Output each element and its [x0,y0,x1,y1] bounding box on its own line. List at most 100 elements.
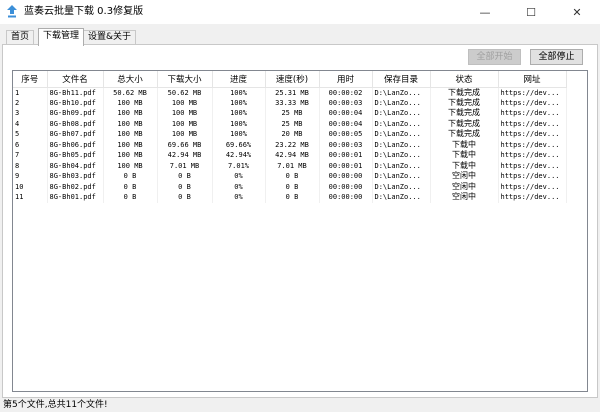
tab-download-manager[interactable]: 下载管理 [38,28,85,46]
cell-url: https://dev... [498,150,567,161]
cell-speed: 7.01 MB [265,160,320,171]
cell-total-size: 0 B [103,192,158,203]
cell-speed: 33.33 MB [265,97,320,108]
cell-row-number: 5 [13,129,48,140]
cell-progress: 100% [212,118,266,129]
close-button[interactable]: ✕ [554,0,600,24]
start-all-button[interactable]: 全部开始 [468,49,521,65]
cell-elapsed-time: 00:00:01 [319,160,373,171]
table-row[interactable]: 9 8G-Bh03.pdf 0 B0 B 0% 0 B 00:00:00 D:\LanZo.… [13,171,567,182]
column-header-url[interactable]: 网址 [498,71,567,88]
cell-status: 下载完成 [430,129,499,140]
app-icon [7,5,17,18]
cell-file-name: 8G-Bh03.pdf [47,171,104,182]
cell-save-dir: D:\LanZo... [372,171,431,182]
cell-status: 下载完成 [430,97,499,108]
cell-elapsed-time: 00:00:00 [319,192,373,203]
download-list[interactable]: 序号 文件名 总大小 下载大小 进度 速度(秒) 用时 保存目录 状态 网址 1 8G-Bh11.p… [12,70,588,392]
cell-total-size: 50.62 MB [103,87,158,98]
cell-elapsed-time: 00:00:02 [319,87,373,98]
cell-save-dir: D:\LanZo... [372,108,431,119]
cell-status: 空闲中 [430,171,499,182]
cell-speed: 25 MB [265,118,320,129]
cell-downloaded-size: 100 MB [157,108,213,119]
cell-downloaded-size: 7.01 MB [157,160,213,171]
cell-total-size: 100 MB [103,108,158,119]
maximize-button[interactable]: ☐ [508,0,554,24]
tab-settings-about[interactable]: 设置&关于 [83,30,137,45]
column-header-row-number[interactable]: 序号 [13,71,48,88]
column-header-file-name[interactable]: 文件名 [47,71,104,88]
cell-elapsed-time: 00:00:00 [319,181,373,192]
cell-url: https://dev... [498,171,567,182]
cell-status: 下载完成 [430,118,499,129]
status-bar: 第5个文件,总共11个文件! [0,398,600,412]
cell-status: 下载中 [430,160,499,171]
cell-row-number: 6 [13,139,48,150]
table-row[interactable]: 4 8G-Bh08.pdf 100 MB 100 MB 100% 25 MB 00:00:0… [13,118,567,129]
cell-file-name: 8G-Bh11.pdf [47,87,104,98]
table-row[interactable]: 3 8G-Bh09.pdf 100 MB 100 MB 100% 25 MB 00:00:0… [13,108,567,119]
stop-all-button[interactable]: 全部停止 [530,49,583,65]
cell-url: https://dev... [498,129,567,140]
cell-downloaded-size: 69.66 MB [157,139,213,150]
cell-url: https://dev... [498,160,567,171]
cell-total-size: 100 MB [103,97,158,108]
table-row[interactable]: 10 8G-Bh02.pdf 0 B0 B 0% 0 B 00:00:00 D:\LanZo… [13,181,567,192]
cell-file-name: 8G-Bh05.pdf [47,150,104,161]
cell-progress: 100% [212,129,266,140]
table-row[interactable]: 1 8G-Bh11.pdf 50.62 MB 50.62 MB 100% 25.31 MB… [13,87,567,98]
cell-progress: 0% [212,171,266,182]
cell-status: 下载完成 [430,87,499,98]
cell-elapsed-time: 00:00:05 [319,129,373,140]
table-row[interactable]: 6 8G-Bh06.pdf 100 MB 69.66 MB 69.66% 23.22 MB… [13,139,567,150]
table-row[interactable]: 2 8G-Bh10.pdf 100 MB 100 MB 100% 33.33 MB 00:0… [13,97,567,108]
cell-status: 下载中 [430,139,499,150]
cell-url: https://dev... [498,139,567,150]
cell-progress: 69.66% [212,139,266,150]
cell-file-name: 8G-Bh06.pdf [47,139,104,150]
cell-progress: 42.94% [212,150,266,161]
tab-home[interactable]: 首页 [6,30,35,45]
cell-downloaded-size: 42.94 MB [157,150,213,161]
cell-elapsed-time: 00:00:03 [319,97,373,108]
cell-file-name: 8G-Bh07.pdf [47,129,104,140]
column-header-downloaded-size[interactable]: 下载大小 [157,71,213,88]
column-header-elapsed-time[interactable]: 用时 [319,71,373,88]
cell-downloaded-size: 100 MB [157,118,213,129]
cell-url: https://dev... [498,192,567,203]
cell-save-dir: D:\LanZo... [372,129,431,140]
cell-save-dir: D:\LanZo... [372,139,431,150]
cell-speed: 0 B [265,171,320,182]
table-row[interactable]: 11 8G-Bh01.pdf 0 B0 B 0% 0 B 00:00:00 D:\LanZo… [13,192,567,203]
cell-total-size: 0 B [103,181,158,192]
cell-progress: 100% [212,97,266,108]
cell-elapsed-time: 00:00:04 [319,108,373,119]
cell-speed: 25 MB [265,108,320,119]
cell-save-dir: D:\LanZo... [372,87,431,98]
column-header-total-size[interactable]: 总大小 [103,71,158,88]
cell-progress: 0% [212,192,266,203]
minimize-button[interactable]: — [462,0,508,24]
download-table: 序号 文件名 总大小 下载大小 进度 速度(秒) 用时 保存目录 状态 网址 1 8G-Bh11.p… [13,71,567,203]
table-body: 1 8G-Bh11.pdf 50.62 MB 50.62 MB 100% 25.31 MB… [13,87,567,203]
table-row[interactable]: 8 8G-Bh04.pdf 100 MB 7.01 MB 7.01% 7.01 MB 00:… [13,160,567,171]
cell-downloaded-size: 0 B [157,192,213,203]
column-header-status[interactable]: 状态 [430,71,499,88]
cell-save-dir: D:\LanZo... [372,192,431,203]
table-header-row: 序号 文件名 总大小 下载大小 进度 速度(秒) 用时 保存目录 状态 网址 [13,71,567,88]
column-header-progress[interactable]: 进度 [212,71,266,88]
table-row[interactable]: 7 8G-Bh05.pdf 100 MB 42.94 MB 42.94% 42.94 MB… [13,150,567,161]
status-text: 第5个文件,总共11个文件! [3,400,108,410]
column-header-speed[interactable]: 速度(秒) [265,71,320,88]
cell-file-name: 8G-Bh09.pdf [47,108,104,119]
cell-file-name: 8G-Bh08.pdf [47,118,104,129]
table-row[interactable]: 5 8G-Bh07.pdf 100 MB 100 MB 100% 20 MB 00:00:0… [13,129,567,140]
cell-row-number: 10 [13,181,48,192]
cell-file-name: 8G-Bh01.pdf [47,192,104,203]
column-header-save-dir[interactable]: 保存目录 [372,71,431,88]
cell-elapsed-time: 00:00:01 [319,150,373,161]
cell-file-name: 8G-Bh02.pdf [47,181,104,192]
cell-status: 下载完成 [430,108,499,119]
cell-speed: 23.22 MB [265,139,320,150]
